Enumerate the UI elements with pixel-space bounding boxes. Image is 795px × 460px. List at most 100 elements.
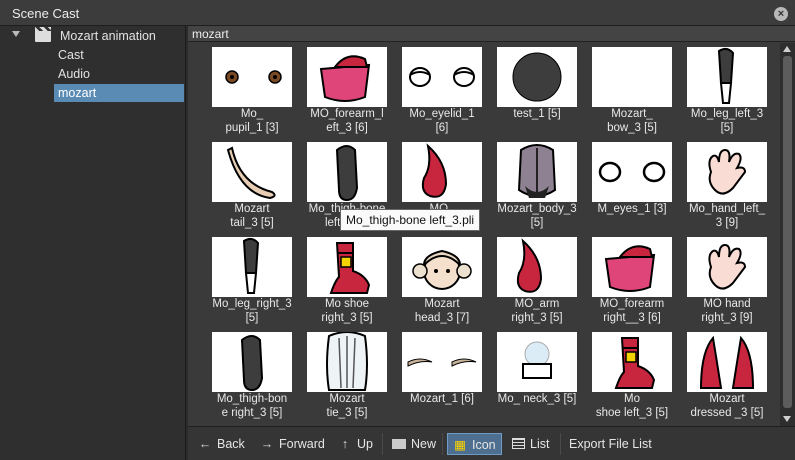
cast-item[interactable]: Mozart tie_3 [5] <box>297 328 389 420</box>
cast-item[interactable]: Mozart dressed _3 [5] <box>677 328 769 420</box>
back-button[interactable]: ← Back <box>198 433 245 455</box>
cast-item-thumbnail[interactable] <box>402 47 482 107</box>
cast-item-label: Mozart_ bow_3 [5] <box>607 108 657 134</box>
level-drawing-icon <box>598 161 666 183</box>
expand-arrow-icon[interactable] <box>12 31 20 37</box>
cast-item[interactable]: MO_forearm right__3 [6] <box>582 233 674 325</box>
export-file-list-button[interactable]: Export File List <box>569 433 652 455</box>
close-icon[interactable]: × <box>774 7 788 21</box>
cast-item-thumbnail[interactable] <box>497 237 577 297</box>
cast-item-thumbnail[interactable] <box>307 142 387 202</box>
cast-item[interactable]: Mozart_ bow_3 [5] <box>582 43 674 135</box>
cast-item[interactable]: Mozart_body_3 [5] <box>487 138 579 230</box>
cast-item-label: Mo_ pupil_1 [3] <box>225 108 279 134</box>
cast-item[interactable]: Mozart tail_3 [5] <box>202 138 294 230</box>
new-folder-icon <box>392 439 406 449</box>
cast-item-thumbnail[interactable] <box>592 237 672 297</box>
cast-item-thumbnail[interactable] <box>212 142 292 202</box>
scroll-down-icon[interactable] <box>783 416 791 422</box>
cast-item-label: Mozart_body_3 [5] <box>497 203 577 229</box>
cast-item[interactable]: MO_arm right_3 [5] <box>487 233 579 325</box>
toolbar-separator <box>442 433 443 455</box>
cast-item-thumbnail[interactable] <box>307 237 387 297</box>
tree-item-label: mozart <box>58 86 97 100</box>
cast-item[interactable]: Mo_ neck_3 [5] <box>487 328 579 420</box>
window-title: Scene Cast <box>12 6 80 21</box>
level-drawing-icon <box>407 358 477 367</box>
level-drawing-icon <box>326 332 368 391</box>
cast-item-thumbnail[interactable] <box>402 237 482 297</box>
cast-item-thumbnail[interactable] <box>212 237 292 297</box>
cast-item-thumbnail[interactable] <box>687 142 767 202</box>
cast-item-thumbnail[interactable] <box>497 332 577 392</box>
up-button[interactable]: ↑ Up <box>338 433 373 455</box>
cast-item[interactable]: test_1 [5] <box>487 43 579 135</box>
new-label: New <box>411 437 437 451</box>
cast-item-label: Mozart tail_3 [5] <box>230 203 274 229</box>
cast-item-label: MO_forearm right__3 [6] <box>599 298 665 324</box>
cast-item-label: Mo_leg_right_3 [5] <box>212 298 292 324</box>
cast-item-thumbnail[interactable] <box>497 142 577 202</box>
cast-item-label: Mo shoe right_3 [5] <box>321 298 373 324</box>
cast-item-thumbnail[interactable] <box>687 47 767 107</box>
level-drawing-icon <box>717 47 735 104</box>
cast-item[interactable]: MO_forearm_l eft_3 [6] <box>297 43 389 135</box>
icon-view-button[interactable]: ▦ Icon <box>447 433 502 455</box>
cast-item-thumbnail[interactable] <box>687 332 767 392</box>
cast-item-label: M_eyes_1 [3] <box>597 203 667 215</box>
tree-root[interactable]: Mozart animation <box>0 27 186 45</box>
grid-view-icon: ▦ <box>454 438 466 452</box>
cast-item-grid: Mo_ pupil_1 [3] MO_forearm_l eft_3 [6] Mo_… <box>188 43 778 426</box>
up-label: Up <box>357 437 373 451</box>
level-drawing-icon <box>512 52 562 102</box>
cast-item-thumbnail[interactable] <box>307 332 387 392</box>
new-folder-button[interactable]: New <box>392 433 436 455</box>
cast-item[interactable]: Mo shoe left_3 [5] <box>582 328 674 420</box>
level-drawing-icon <box>604 245 656 292</box>
cast-item[interactable]: M_eyes_1 [3] <box>582 138 674 230</box>
cast-item-label: Mozart tie_3 [5] <box>326 393 368 419</box>
cast-item-thumbnail[interactable] <box>212 47 292 107</box>
cast-item-thumbnail[interactable] <box>687 237 767 297</box>
cast-item-label: test_1 [5] <box>513 108 561 120</box>
cast-item-label: Mo_eyelid_1 [6] <box>409 108 475 134</box>
cast-item[interactable]: Mo_hand_left_ 3 [9] <box>677 138 769 230</box>
icon-view-label: Icon <box>472 438 496 452</box>
filename-tooltip: Mo_thigh-bone left_3.pli <box>340 209 481 231</box>
list-view-button[interactable]: List <box>512 433 549 455</box>
forward-button[interactable]: → Forward <box>260 433 325 455</box>
cast-item-thumbnail[interactable] <box>497 47 577 107</box>
scroll-handle[interactable] <box>783 56 792 408</box>
cast-item[interactable]: Mozart_1 [6] <box>392 328 484 420</box>
cast-item[interactable]: Mozart head_3 [7] <box>392 233 484 325</box>
cast-item-label: MO_arm right_3 [5] <box>511 298 563 324</box>
cast-item-thumbnail[interactable] <box>592 47 672 107</box>
cast-item-thumbnail[interactable] <box>592 332 672 392</box>
cast-tree: Mozart animation Cast Audio mozart <box>0 26 186 460</box>
cast-item[interactable]: Mo_ pupil_1 [3] <box>202 43 294 135</box>
cast-item[interactable]: Mo_leg_left_3 [5] <box>677 43 769 135</box>
level-drawing-icon <box>592 47 672 107</box>
cast-item-thumbnail[interactable] <box>402 142 482 202</box>
tree-item-cast[interactable]: Cast <box>54 46 184 64</box>
cast-item[interactable]: Mo shoe right_3 [5] <box>297 233 389 325</box>
cast-item-label: Mo_leg_left_3 [5] <box>690 108 764 134</box>
scroll-up-icon[interactable] <box>783 46 791 52</box>
tree-item-audio[interactable]: Audio <box>54 65 184 83</box>
cast-item-label: MO hand right_3 [9] <box>701 298 753 324</box>
cast-item-thumbnail[interactable] <box>402 332 482 392</box>
cast-item[interactable]: Mo_thigh-bon e right_3 [5] <box>202 328 294 420</box>
tree-item-mozart[interactable]: mozart <box>54 84 184 102</box>
vertical-scrollbar[interactable] <box>780 43 795 426</box>
cast-item[interactable]: Mo_eyelid_1 [6] <box>392 43 484 135</box>
cast-item-thumbnail[interactable] <box>212 332 292 392</box>
cast-item-thumbnail[interactable] <box>307 47 387 107</box>
toolbar-separator <box>382 433 383 455</box>
level-drawing-icon <box>699 335 755 389</box>
level-drawing-icon <box>242 237 260 294</box>
cast-item-thumbnail[interactable] <box>592 142 672 202</box>
cast-item[interactable]: MO hand right_3 [9] <box>677 233 769 325</box>
toolbar-separator <box>560 433 561 455</box>
breadcrumb-folder: mozart <box>192 27 229 41</box>
cast-item[interactable]: Mo_leg_right_3 [5] <box>202 233 294 325</box>
